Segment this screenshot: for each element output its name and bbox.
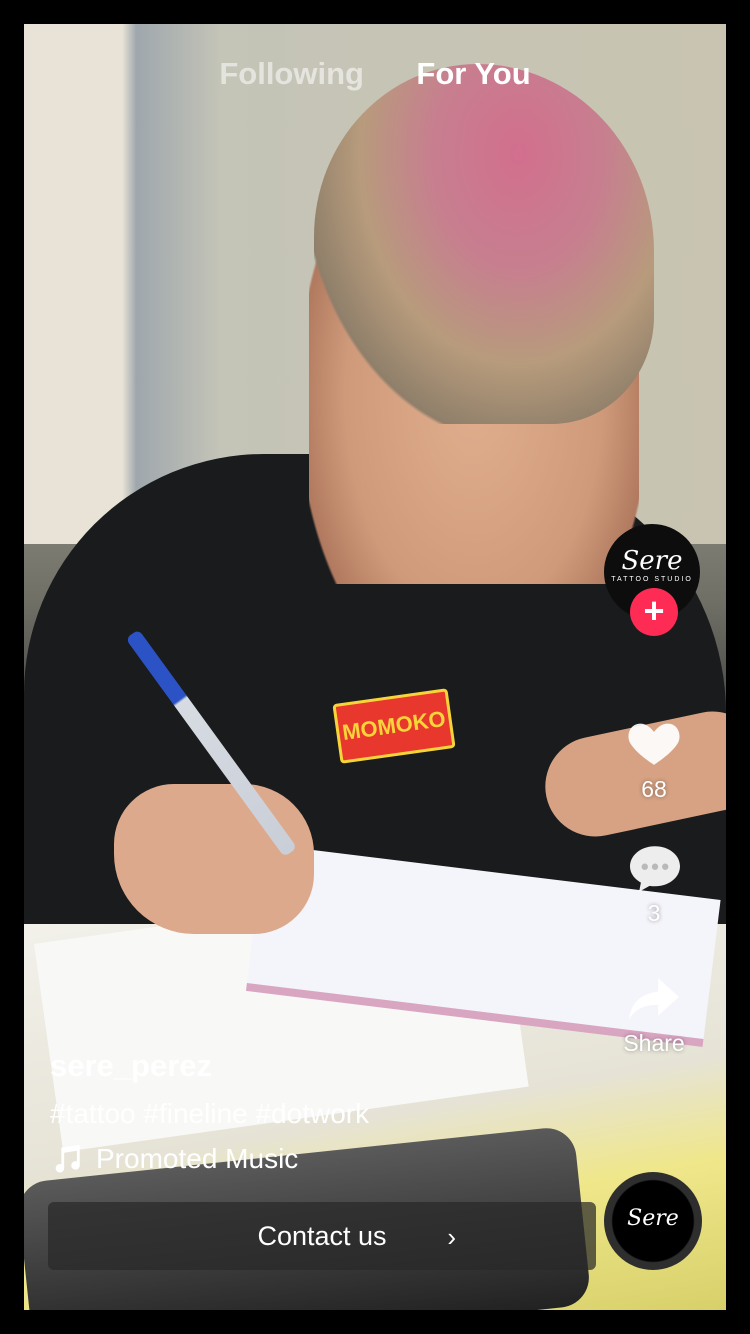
contact-us-button[interactable]: Contact us › <box>48 1202 596 1270</box>
caption[interactable]: #tattoo #fineline #dotwork <box>50 1098 610 1130</box>
username[interactable]: sere_perez <box>50 1048 610 1084</box>
like-count: 68 <box>641 776 667 802</box>
music-disc[interactable]: Sere <box>604 1172 702 1270</box>
music-row[interactable]: Promoted Music <box>50 1142 610 1176</box>
tab-for-you[interactable]: For You <box>416 56 530 92</box>
like-button[interactable]: 68 <box>604 714 704 803</box>
heart-icon <box>628 723 680 765</box>
comment-button[interactable]: 3 <box>604 844 704 927</box>
music-note-icon <box>55 1144 80 1173</box>
contact-us-label: Contact us <box>257 1220 387 1251</box>
share-button[interactable]: Share <box>604 976 704 1057</box>
tab-following[interactable]: Following <box>219 56 364 92</box>
comment-icon <box>630 846 680 892</box>
comment-count: 3 <box>647 900 661 926</box>
avatar-logo-subtext: TATTOO STUDIO <box>611 576 693 583</box>
disc-logo: Sere <box>627 1206 679 1231</box>
photo-hand <box>114 784 314 934</box>
music-title: Promoted Music <box>96 1143 299 1174</box>
avatar-logo: Sere <box>621 546 683 576</box>
post-meta: sere_perez #tattoo #fineline #dotwork Pr… <box>50 1048 610 1176</box>
follow-button[interactable]: + <box>630 588 678 636</box>
share-arrow-icon <box>628 978 680 1020</box>
video-feed[interactable]: MOMOKO Following For You Sere TATTOO STU… <box>24 24 726 1310</box>
share-label: Share <box>623 1030 685 1056</box>
chevron-right-icon: › <box>447 1222 456 1252</box>
feed-tabs: Following For You <box>24 56 726 92</box>
